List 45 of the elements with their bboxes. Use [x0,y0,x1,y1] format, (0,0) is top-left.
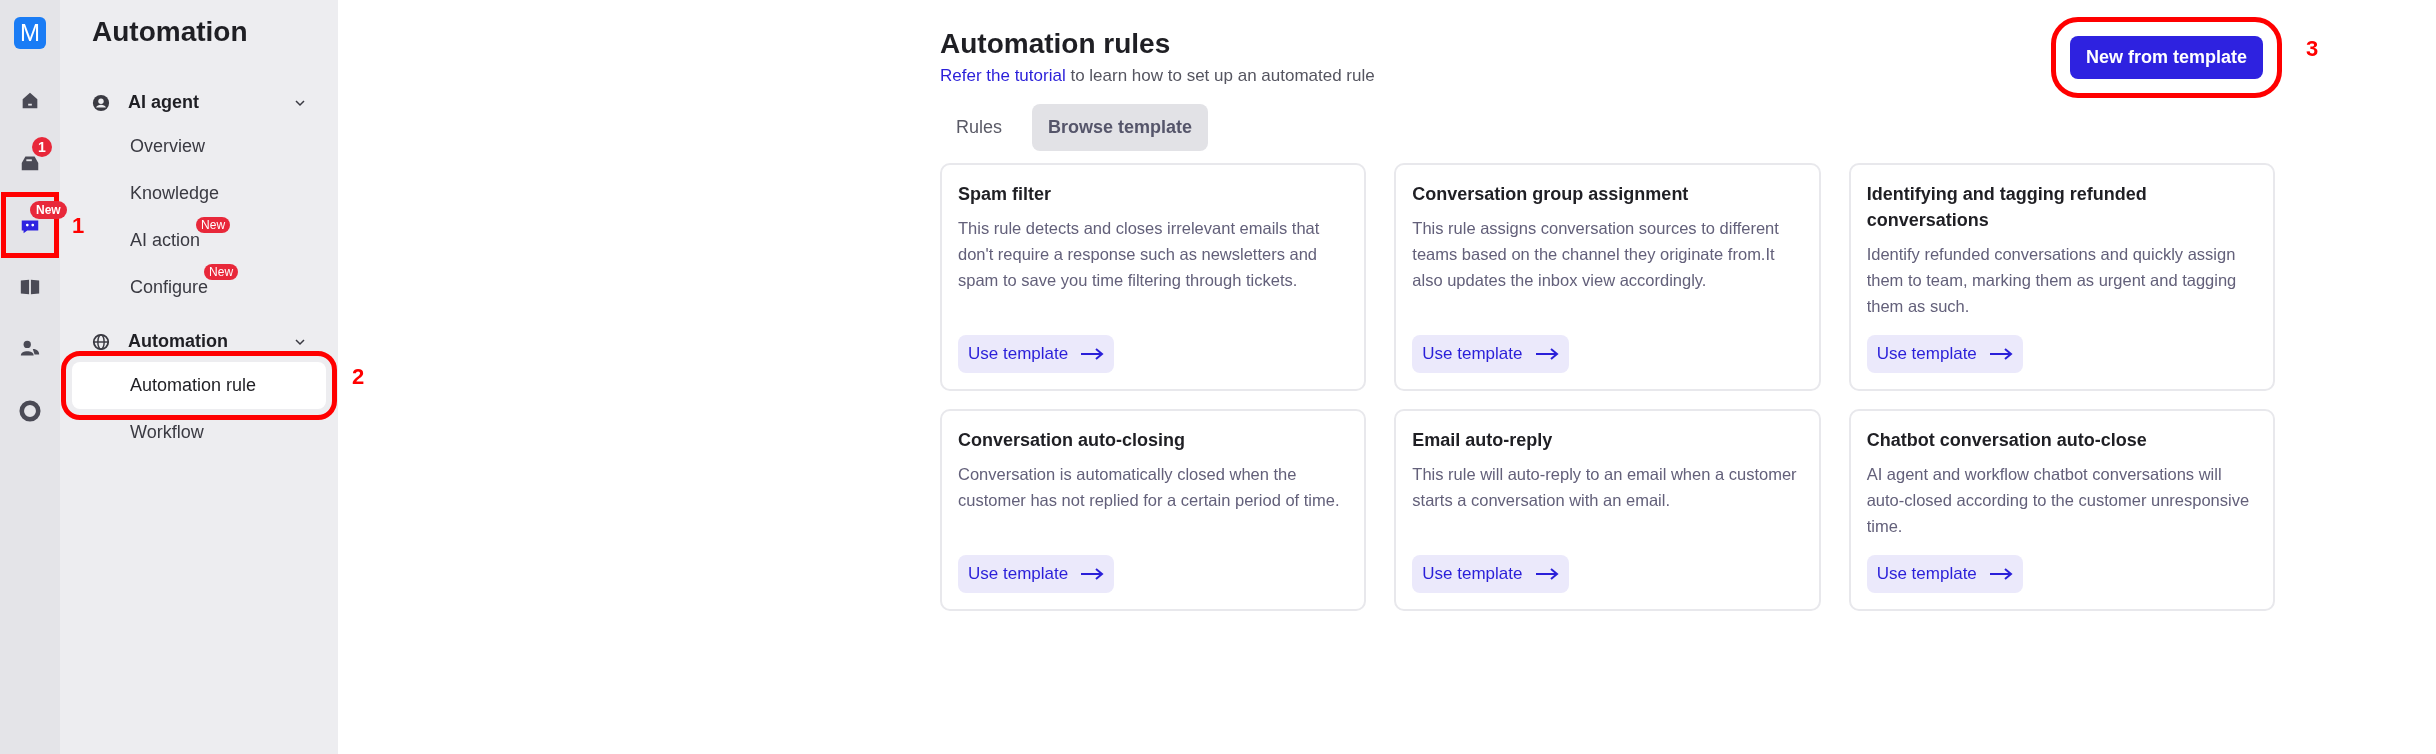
arrow-right-icon [1534,348,1559,360]
card-title: Conversation group assignment [1412,183,1689,206]
card-title: Conversation auto-closing [958,429,1186,452]
card-description: Identify refunded conversations and quickly assign them to team, marking them as urgent and tagging them as such. [1866,244,2238,317]
new-from-template-button[interactable]: New from template [2069,36,2263,79]
sidebar-title: Automation [92,16,249,48]
arrow-right-icon [1534,568,1559,580]
sidebar-item[interactable]: Workflow [72,409,326,456]
pie-chart-icon [19,400,41,422]
use-template-button[interactable]: Use template [1866,335,2023,373]
card-description: This rule assigns conversation sources to different teams based on the channel they originate from.It also updates the inbox view accordingly. [1412,218,1780,291]
use-template-button[interactable]: Use template [1412,335,1569,373]
card-description: AI agent and workflow chatbot conversations will auto-closed according to the customer unresponsive time. [1866,464,2251,537]
card-title: Email auto-reply [1412,429,1553,452]
use-template-button[interactable]: Use template [1412,555,1569,593]
globe-icon [92,332,110,351]
new-badge: New [204,264,239,280]
sidebar-group-header[interactable]: Automation [72,321,326,362]
use-template-button[interactable]: Use template [958,335,1115,373]
sidebar-group-header[interactable]: AI agent [72,82,326,123]
card-title: Spam filter [958,183,1052,206]
arrow-right-icon [1080,568,1105,580]
card-description: This rule will auto-reply to an email when a customer starts a conversation with an email. [1412,464,1798,511]
user-icon [92,93,110,112]
notification-badge: New [30,201,67,219]
card-title: Chatbot conversation auto-close [1866,429,2147,452]
step-number: 3 [2305,36,2319,62]
app-logo[interactable]: M [14,17,46,49]
arrow-right-icon [1988,568,2013,580]
use-template-button[interactable]: Use template [958,555,1115,593]
use-template-button[interactable]: Use template [1866,555,2023,593]
arrow-right-icon [1080,348,1105,360]
card-description: This rule detects and closes irrelevant emails that don't require a response such as newsletters and spam to save you time filtering through tickets. [958,218,1321,291]
card-description: Conversation is automatically closed when the customer has not replied for a certain period of time. [958,464,1341,511]
card-title: Identifying and tagging refunded conversations [1866,183,2148,232]
page-subtitle: Refer the tutorial to learn how to set up an automated rule [940,66,1375,86]
page-title: Automation rules [940,28,1172,60]
notification-badge: 1 [32,137,52,157]
arrow-right-icon [1988,348,2013,360]
new-badge: New [196,217,231,233]
sidebar-item[interactable]: Overview [72,123,326,170]
step-number: 2 [352,364,365,390]
tab[interactable]: Browse template [1032,104,1209,151]
tutorial-link[interactable]: Refer the tutorial [940,66,1066,85]
tab[interactable]: Rules [940,104,1019,151]
